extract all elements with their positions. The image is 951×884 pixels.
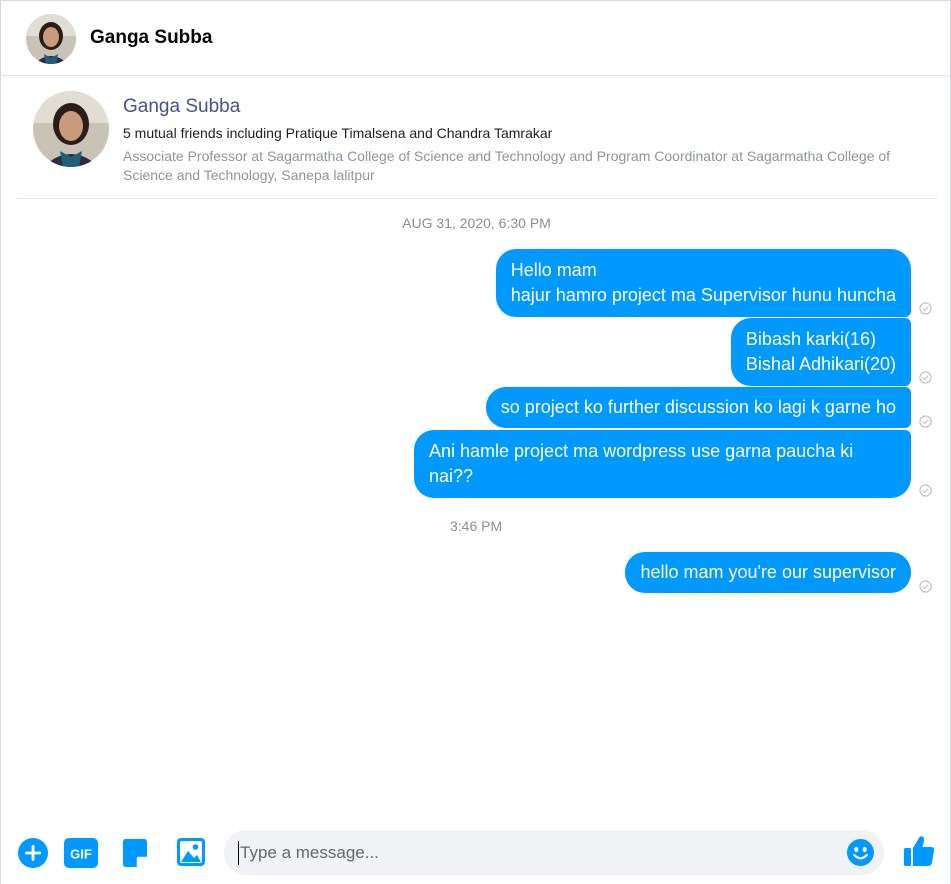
messenger-window: Ganga Subba Ganga Subba 5 mutual friends… (0, 0, 951, 884)
message-line: hajur hamro project ma Supervisor hunu h… (510, 285, 896, 305)
gif-icon[interactable]: GIF (64, 837, 98, 869)
sent-check-icon (919, 580, 932, 593)
mutual-friends-text: 5 mutual friends including Pratique Tima… (123, 125, 553, 141)
header-contact-name[interactable]: Ganga Subba (90, 27, 212, 49)
sent-check-icon (919, 302, 932, 315)
conversation-header: Ganga Subba (1, 1, 950, 76)
message-bubble[interactable]: Bibash karki(16) Bishal Adhikari(20) (730, 318, 911, 386)
message-input-container (224, 830, 884, 875)
thumbs-up-icon[interactable] (901, 833, 937, 869)
plus-icon[interactable] (17, 837, 49, 869)
timestamp-divider: AUG 31, 2020, 6:30 PM (402, 215, 551, 231)
message-line: Hello mam (510, 260, 597, 280)
photo-icon[interactable] (176, 837, 206, 867)
message-line: hello mam you're our supervisor (640, 562, 896, 582)
message-input[interactable] (238, 841, 828, 865)
message-line: so project ko further discussion ko lagi… (500, 397, 896, 417)
sent-check-icon (919, 371, 932, 384)
message-bubble[interactable]: so project ko further discussion ko lagi… (485, 387, 911, 428)
profile-avatar[interactable] (33, 91, 109, 167)
message-composer: GIF (1, 821, 950, 884)
message-bubble[interactable]: Ani hamle project ma wordpress use garna… (414, 430, 911, 498)
message-bubble[interactable]: hello mam you're our supervisor (625, 552, 911, 593)
message-line: Bishal Adhikari(20) (745, 354, 896, 374)
message-bubble[interactable]: Hello mam hajur hamro project ma Supervi… (495, 249, 911, 317)
sticker-icon[interactable] (120, 837, 150, 869)
emoji-icon[interactable] (846, 838, 875, 867)
work-info-text: Associate Professor at Sagarmatha Colleg… (123, 148, 891, 183)
timestamp-divider: 3:46 PM (450, 518, 503, 534)
header-avatar[interactable] (26, 14, 76, 64)
profile-name[interactable]: Ganga Subba (123, 96, 240, 118)
message-line: Bibash karki(16) (745, 329, 876, 349)
gif-label: GIF (70, 847, 92, 862)
profile-card: Ganga Subba 5 mutual friends including P… (17, 78, 937, 199)
sent-check-icon (919, 415, 932, 428)
sent-check-icon (919, 484, 932, 497)
message-line: Ani hamle project ma wordpress use garna… (429, 441, 854, 486)
